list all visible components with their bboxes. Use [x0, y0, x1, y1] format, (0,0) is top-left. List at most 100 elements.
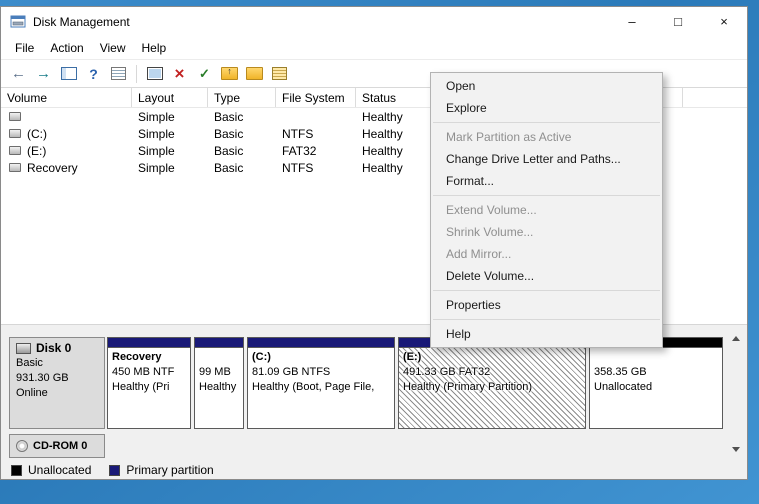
volume-file-system: NTFS: [282, 160, 314, 175]
volume-layout: Simple: [138, 126, 175, 141]
volume-layout: Simple: [138, 109, 175, 124]
menu-item-add-mirror: Add Mirror...: [446, 247, 512, 261]
up-arrow-icon: [731, 336, 740, 341]
partition-color-stripe: [108, 338, 190, 348]
menu-item-open[interactable]: Open: [431, 75, 662, 97]
check-icon[interactable]: [193, 63, 216, 85]
vertical-scrollbar[interactable]: [727, 330, 744, 458]
volume-name: Recovery: [27, 160, 78, 175]
cdrom-name: CD-ROM 0: [33, 439, 88, 452]
delete-icon[interactable]: [168, 63, 191, 85]
menu-separator: [433, 319, 660, 320]
folder-up-icon[interactable]: [218, 63, 241, 85]
menu-item-extend-volume: Extend Volume...: [446, 203, 537, 217]
scroll-down-button[interactable]: [727, 441, 744, 458]
legend-box-icon[interactable]: [268, 63, 291, 85]
disk0-name: Disk 0: [36, 341, 72, 355]
volume-file-system: FAT32: [282, 143, 317, 158]
menu-item-explore[interactable]: Explore: [431, 97, 662, 119]
menu-item-mark-partition-active: Mark Partition as Active: [446, 130, 572, 144]
volume-type: Basic: [214, 160, 244, 175]
unallocated-space[interactable]: 358.35 GB Unallocated: [589, 337, 723, 429]
menu-item-change-drive-letter[interactable]: Change Drive Letter and Paths...: [431, 148, 662, 170]
partition-size: 99 MB: [199, 366, 231, 378]
forward-icon[interactable]: [32, 63, 55, 85]
disk0-header[interactable]: Disk 0 Basic 931.30 GB Online: [9, 337, 105, 429]
menu-action[interactable]: Action: [42, 41, 91, 55]
export-list-icon[interactable]: [107, 63, 130, 85]
title-bar[interactable]: Disk Management – □ ×: [1, 7, 747, 36]
menu-item-delete-volume[interactable]: Delete Volume...: [431, 265, 662, 287]
column-header-volume[interactable]: Volume: [1, 88, 132, 107]
partition-size: 81.09 GB NTFS: [252, 366, 331, 378]
window-title: Disk Management: [33, 14, 130, 29]
partition-name: [594, 350, 718, 365]
volume-name: (E:): [27, 143, 47, 158]
menu-item-help[interactable]: Help: [431, 323, 662, 345]
column-header-layout[interactable]: Layout: [132, 88, 208, 107]
minimize-button[interactable]: –: [609, 7, 655, 36]
maximize-button[interactable]: □: [655, 7, 701, 36]
partition-size: 491.33 GB FAT32: [403, 366, 491, 378]
legend-label-unallocated: Unallocated: [28, 463, 92, 477]
down-arrow-icon: [731, 447, 740, 452]
volume-icon: [9, 146, 21, 155]
folder-icon[interactable]: [243, 63, 266, 85]
partition-color-stripe: [248, 338, 394, 348]
partition-recovery[interactable]: Recovery 450 MB NTF Healthy (Pri: [107, 337, 191, 429]
partition-c[interactable]: (C:) 81.09 GB NTFS Healthy (Boot, Page F…: [247, 337, 395, 429]
column-header-tail: [683, 88, 747, 107]
disk0-status: Online: [16, 387, 48, 399]
partition-status: Healthy (Primary Partition): [403, 381, 532, 393]
menu-item-format[interactable]: Format...: [431, 170, 662, 192]
menu-view[interactable]: View: [92, 41, 134, 55]
console-tree-icon[interactable]: [57, 63, 80, 85]
menu-bar: File Action View Help: [1, 36, 747, 60]
partition-status: Unallocated: [594, 381, 653, 393]
volume-icon: [9, 129, 21, 138]
partition-name: [199, 350, 239, 365]
cdrom-header[interactable]: CD-ROM 0: [9, 434, 105, 458]
partition-strip: Recovery 450 MB NTF Healthy (Pri 99 MB H…: [107, 337, 723, 429]
legend-label-primary-partition: Primary partition: [126, 463, 214, 477]
partition-99mb[interactable]: 99 MB Healthy: [194, 337, 244, 429]
column-header-file-system[interactable]: File System: [276, 88, 356, 107]
context-menu: Open Explore Mark Partition as Active Ch…: [430, 72, 663, 348]
volume-layout: Simple: [138, 160, 175, 175]
partition-status: Healthy (Pri: [112, 381, 170, 393]
menu-separator: [433, 290, 660, 291]
screen-icon[interactable]: [143, 63, 166, 85]
cd-icon: [16, 440, 28, 452]
back-icon[interactable]: [7, 63, 30, 85]
menu-separator: [433, 122, 660, 123]
volume-type: Basic: [214, 143, 244, 158]
disk-icon: [16, 343, 31, 354]
close-button[interactable]: ×: [701, 7, 747, 36]
partition-name: (C:): [252, 351, 271, 363]
volume-file-system: NTFS: [282, 126, 314, 141]
partition-e[interactable]: (E:) 491.33 GB FAT32 Healthy (Primary Pa…: [398, 337, 586, 429]
cdrom-row: CD-ROM 0: [9, 434, 723, 458]
menu-item-shrink-volume: Shrink Volume...: [446, 225, 534, 239]
volume-layout: Simple: [138, 143, 175, 158]
volume-icon: [9, 163, 21, 172]
unallocated-color-swatch: [11, 464, 22, 476]
scroll-up-button[interactable]: [727, 330, 744, 347]
volume-type: Basic: [214, 126, 244, 141]
menu-help[interactable]: Help: [134, 41, 175, 55]
menu-item-properties[interactable]: Properties: [431, 294, 662, 316]
partition-size: 450 MB NTF: [112, 366, 175, 378]
toolbar-separator: [136, 64, 137, 83]
partition-name: Recovery: [112, 351, 162, 363]
column-header-type[interactable]: Type: [208, 88, 276, 107]
app-icon: [10, 14, 26, 30]
menu-file[interactable]: File: [7, 41, 42, 55]
partition-status: Healthy: [199, 381, 237, 393]
menu-separator: [433, 195, 660, 196]
volume-icon: [9, 112, 21, 121]
primary-partition-color-swatch: [109, 464, 121, 476]
legend: Unallocated Primary partition: [11, 463, 214, 477]
volume-type: Basic: [214, 109, 244, 124]
help-icon[interactable]: [82, 63, 105, 85]
disk0-size: 931.30 GB: [16, 372, 69, 384]
